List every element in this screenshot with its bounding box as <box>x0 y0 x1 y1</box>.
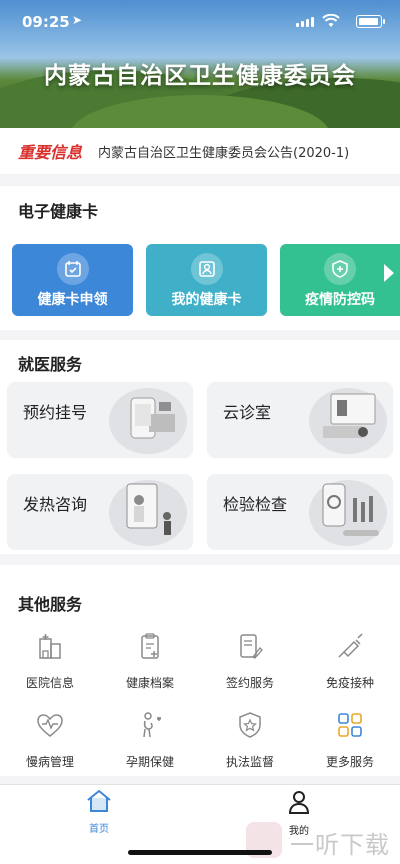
status-time: 09:25 <box>22 13 70 31</box>
other-services-title: 其他服务 <box>18 595 83 614</box>
hospital-icon <box>39 634 61 659</box>
id-card-icon <box>190 253 223 285</box>
notice-text[interactable]: 内蒙古自治区卫生健康委员会公告(2020-1) <box>98 142 349 161</box>
badge-star-icon <box>239 712 261 738</box>
document-pen-icon <box>240 634 263 659</box>
more-services-item[interactable]: 更多服务 <box>300 710 400 770</box>
chronic-disease-item[interactable]: 慢病管理 <box>0 710 100 770</box>
pregnancy-care-item[interactable]: 孕期保健 <box>100 710 200 770</box>
fever-consult-card[interactable]: 发热咨询 <box>7 474 193 550</box>
tab-home[interactable]: 首页 <box>69 788 129 835</box>
location-arrow-icon: ➤ <box>72 13 83 27</box>
appointment-card[interactable]: 预约挂号 <box>7 382 193 458</box>
grid-icon <box>338 713 362 737</box>
clipboard-plus-icon <box>141 633 159 659</box>
fever-consult-illustration-icon <box>109 480 187 546</box>
calendar-check-icon <box>56 253 89 285</box>
scroll-right-icon[interactable] <box>384 264 394 282</box>
notice-bar[interactable]: 重要信息 内蒙古自治区卫生健康委员会公告(2020-1) <box>0 128 400 174</box>
health-card-title: 电子健康卡 <box>18 202 99 221</box>
watermark: 一听下载 <box>246 818 400 862</box>
cloud-clinic-card[interactable]: 云诊室 <box>207 382 393 458</box>
battery-icon <box>356 15 385 28</box>
home-indicator <box>128 850 272 855</box>
heart-pulse-icon <box>37 714 63 737</box>
home-icon <box>87 789 111 812</box>
medical-title: 就医服务 <box>18 355 83 374</box>
epidemic-code-button[interactable]: 疫情防控码 <box>280 244 400 316</box>
apply-health-card-button[interactable]: 健康卡申领 <box>12 244 133 316</box>
vaccination-item[interactable]: 免疫接种 <box>300 631 400 691</box>
status-bar: 09:25 ➤ <box>0 0 400 46</box>
cloud-clinic-illustration-icon <box>309 388 387 454</box>
syringe-icon <box>338 633 363 658</box>
cellular-signal-icon <box>296 17 314 27</box>
shield-plus-icon <box>324 253 356 285</box>
law-enforcement-item[interactable]: 执法监督 <box>200 710 300 770</box>
hospital-info-item[interactable]: 医院信息 <box>0 631 100 691</box>
my-health-card-button[interactable]: 我的健康卡 <box>146 244 267 316</box>
page-title: 内蒙古自治区卫生健康委员会 <box>44 62 356 89</box>
contract-service-item[interactable]: 签约服务 <box>200 631 300 691</box>
lab-exam-illustration-icon <box>309 480 387 546</box>
pregnant-icon <box>143 712 161 738</box>
appointment-illustration-icon <box>109 388 187 454</box>
health-record-item[interactable]: 健康档案 <box>100 631 200 691</box>
user-icon <box>288 791 310 814</box>
lab-exam-card[interactable]: 检验检查 <box>207 474 393 550</box>
wifi-icon <box>322 14 340 27</box>
notice-badge: 重要信息 <box>18 143 83 162</box>
